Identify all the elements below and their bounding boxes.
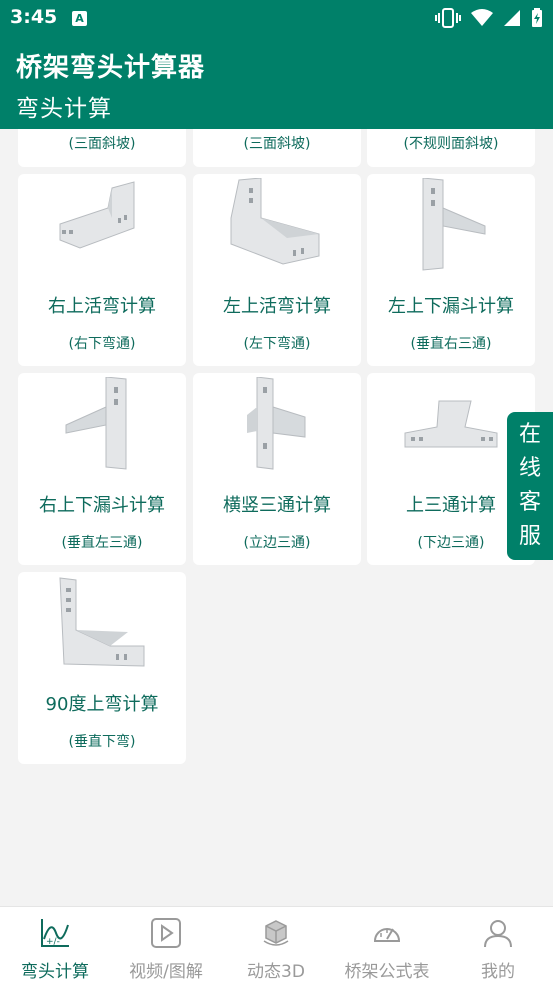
right-up-bend-image [59,181,135,249]
user-icon [484,920,512,948]
calc-card-slope-irregular[interactable]: (不规则面斜坡) [367,129,535,167]
ninety-bend-image [59,577,145,667]
card-subtitle: (左下弯通) [243,336,311,352]
calc-card-left-funnel[interactable]: 左上下漏斗计算 (垂直右三通) [367,174,535,366]
battery-icon [532,8,542,27]
nav-label: 动态3D [247,962,305,982]
app-title: 桥架弯头计算器 [16,53,206,83]
calc-card-slope-2[interactable]: (三面斜坡) [193,129,361,167]
calc-card-vertical-tee[interactable]: 横竖三通计算 (立边三通) [193,373,361,565]
card-subtitle: (三面斜坡) [68,136,136,152]
card-subtitle: (垂直右三通) [410,336,492,352]
card-title: 右上活弯计算 [48,296,156,317]
signal-icon [504,10,520,26]
cube-3d-icon [263,920,289,946]
card-subtitle: (立边三通) [243,535,311,551]
card-title: 左上活弯计算 [223,296,331,317]
online-service-char: 线 [518,456,541,481]
app-bar: 桥架弯头计算器 弯头计算 [0,36,553,129]
status-time: 3:45 [10,6,58,28]
video-icon [151,918,181,948]
nav-tab-calc[interactable]: +/- 弯头计算 [0,907,110,983]
calc-card-right-up-bend[interactable]: 右上活弯计算 (右下弯通) [18,174,186,366]
page-subtitle: 弯头计算 [16,96,112,122]
bottom-nav: +/- 弯头计算 视频/图解 动态3D 桥架公式表 我的 [0,906,553,983]
upper-tee-image [404,400,498,448]
calc-card-left-up-bend[interactable]: 左上活弯计算 (左下弯通) [193,174,361,366]
online-service-char: 服 [518,524,541,549]
card-subtitle: (三面斜坡) [243,136,311,152]
calc-card-ninety-bend[interactable]: 90度上弯计算 (垂直下弯) [18,572,186,764]
card-subtitle: (不规则面斜坡) [403,136,499,152]
card-subtitle: (垂直下弯) [68,734,136,750]
card-subtitle: (右下弯通) [68,336,136,352]
calc-card-slope-1[interactable]: (三面斜坡) [18,129,186,167]
nav-label: 我的 [481,962,515,982]
svg-text:+/-: +/- [46,937,60,947]
nav-tab-3d[interactable]: 动态3D [221,907,331,983]
nav-tab-profile[interactable]: 我的 [443,907,553,983]
online-service-char: 在 [518,422,541,447]
left-funnel-image [422,178,486,271]
notification-a-icon: A [72,11,87,26]
card-title: 90度上弯计算 [45,694,159,715]
calc-chart-icon: +/- [41,919,69,947]
vertical-tee-image [247,377,306,470]
online-service-char: 客 [518,490,541,515]
nav-tab-formula[interactable]: 桥架公式表 [332,907,442,983]
wifi-icon [471,9,493,26]
card-title: 横竖三通计算 [223,495,331,516]
gauge-icon [373,928,401,942]
vibrate-icon [435,8,461,28]
card-title: 左上下漏斗计算 [388,296,514,317]
nav-tab-video[interactable]: 视频/图解 [111,907,221,983]
nav-label: 弯头计算 [21,962,89,982]
nav-label: 视频/图解 [129,962,203,982]
left-up-bend-image [230,178,320,265]
status-bar: 3:45 A [0,0,553,36]
online-service-button[interactable]: 在 线 客 服 [507,412,553,560]
card-title: 右上下漏斗计算 [39,495,165,516]
calc-card-right-funnel[interactable]: 右上下漏斗计算 (垂直左三通) [18,373,186,565]
calculator-grid: (三面斜坡) (三面斜坡) (不规则面斜坡) 右上活弯计算 (右下弯通) 左上活… [0,129,553,906]
nav-label: 桥架公式表 [344,962,430,982]
card-subtitle: (垂直左三通) [61,535,143,551]
right-funnel-image [65,377,127,470]
